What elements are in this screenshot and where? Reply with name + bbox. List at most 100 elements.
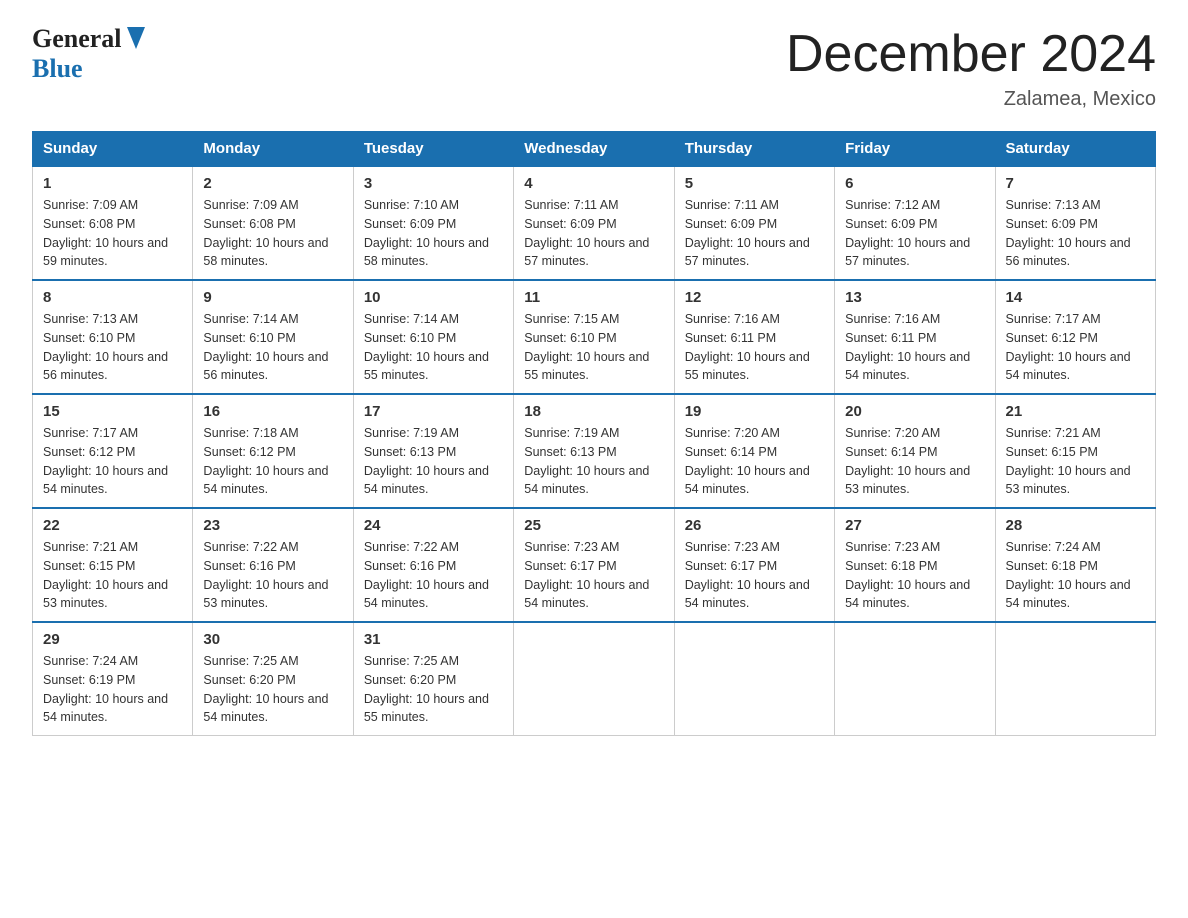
day-number: 16 <box>203 403 342 420</box>
day-info: Sunrise: 7:24 AM Sunset: 6:19 PM Dayligh… <box>43 652 182 727</box>
day-info: Sunrise: 7:20 AM Sunset: 6:14 PM Dayligh… <box>685 424 824 499</box>
calendar-day-cell: 27 Sunrise: 7:23 AM Sunset: 6:18 PM Dayl… <box>835 508 995 622</box>
calendar-day-cell: 30 Sunrise: 7:25 AM Sunset: 6:20 PM Dayl… <box>193 622 353 736</box>
day-number: 11 <box>524 289 663 306</box>
calendar-day-cell: 16 Sunrise: 7:18 AM Sunset: 6:12 PM Dayl… <box>193 394 353 508</box>
calendar-day-cell <box>674 622 834 736</box>
col-tuesday: Tuesday <box>353 132 513 167</box>
calendar-day-cell: 4 Sunrise: 7:11 AM Sunset: 6:09 PM Dayli… <box>514 166 674 280</box>
calendar-day-cell: 23 Sunrise: 7:22 AM Sunset: 6:16 PM Dayl… <box>193 508 353 622</box>
calendar-day-cell: 31 Sunrise: 7:25 AM Sunset: 6:20 PM Dayl… <box>353 622 513 736</box>
day-info: Sunrise: 7:12 AM Sunset: 6:09 PM Dayligh… <box>845 196 984 271</box>
day-info: Sunrise: 7:23 AM Sunset: 6:17 PM Dayligh… <box>524 538 663 613</box>
page-header: General Blue December 2024 Zalamea, Mexi… <box>32 24 1156 111</box>
calendar-day-cell: 25 Sunrise: 7:23 AM Sunset: 6:17 PM Dayl… <box>514 508 674 622</box>
day-number: 21 <box>1006 403 1145 420</box>
calendar-header-row: Sunday Monday Tuesday Wednesday Thursday… <box>33 132 1156 167</box>
day-number: 28 <box>1006 517 1145 534</box>
day-info: Sunrise: 7:25 AM Sunset: 6:20 PM Dayligh… <box>364 652 503 727</box>
day-number: 4 <box>524 175 663 192</box>
col-sunday: Sunday <box>33 132 193 167</box>
calendar-day-cell: 8 Sunrise: 7:13 AM Sunset: 6:10 PM Dayli… <box>33 280 193 394</box>
title-section: December 2024 Zalamea, Mexico <box>786 24 1156 111</box>
calendar-day-cell: 14 Sunrise: 7:17 AM Sunset: 6:12 PM Dayl… <box>995 280 1155 394</box>
day-number: 29 <box>43 631 182 648</box>
day-number: 3 <box>364 175 503 192</box>
day-info: Sunrise: 7:19 AM Sunset: 6:13 PM Dayligh… <box>524 424 663 499</box>
day-info: Sunrise: 7:21 AM Sunset: 6:15 PM Dayligh… <box>43 538 182 613</box>
calendar-day-cell: 7 Sunrise: 7:13 AM Sunset: 6:09 PM Dayli… <box>995 166 1155 280</box>
col-saturday: Saturday <box>995 132 1155 167</box>
logo-arrow-icon <box>127 27 145 49</box>
calendar-day-cell: 21 Sunrise: 7:21 AM Sunset: 6:15 PM Dayl… <box>995 394 1155 508</box>
day-info: Sunrise: 7:15 AM Sunset: 6:10 PM Dayligh… <box>524 310 663 385</box>
day-number: 1 <box>43 175 182 192</box>
day-info: Sunrise: 7:16 AM Sunset: 6:11 PM Dayligh… <box>685 310 824 385</box>
day-info: Sunrise: 7:11 AM Sunset: 6:09 PM Dayligh… <box>524 196 663 271</box>
day-info: Sunrise: 7:10 AM Sunset: 6:09 PM Dayligh… <box>364 196 503 271</box>
day-info: Sunrise: 7:23 AM Sunset: 6:17 PM Dayligh… <box>685 538 824 613</box>
calendar-day-cell <box>995 622 1155 736</box>
day-info: Sunrise: 7:13 AM Sunset: 6:09 PM Dayligh… <box>1006 196 1145 271</box>
calendar-day-cell: 12 Sunrise: 7:16 AM Sunset: 6:11 PM Dayl… <box>674 280 834 394</box>
day-info: Sunrise: 7:21 AM Sunset: 6:15 PM Dayligh… <box>1006 424 1145 499</box>
day-number: 30 <box>203 631 342 648</box>
day-info: Sunrise: 7:11 AM Sunset: 6:09 PM Dayligh… <box>685 196 824 271</box>
page-subtitle: Zalamea, Mexico <box>786 88 1156 111</box>
day-info: Sunrise: 7:25 AM Sunset: 6:20 PM Dayligh… <box>203 652 342 727</box>
day-number: 24 <box>364 517 503 534</box>
calendar-day-cell: 5 Sunrise: 7:11 AM Sunset: 6:09 PM Dayli… <box>674 166 834 280</box>
day-number: 15 <box>43 403 182 420</box>
calendar-day-cell: 17 Sunrise: 7:19 AM Sunset: 6:13 PM Dayl… <box>353 394 513 508</box>
calendar-day-cell: 19 Sunrise: 7:20 AM Sunset: 6:14 PM Dayl… <box>674 394 834 508</box>
day-number: 27 <box>845 517 984 534</box>
calendar-day-cell: 20 Sunrise: 7:20 AM Sunset: 6:14 PM Dayl… <box>835 394 995 508</box>
day-number: 31 <box>364 631 503 648</box>
day-number: 9 <box>203 289 342 306</box>
day-info: Sunrise: 7:22 AM Sunset: 6:16 PM Dayligh… <box>203 538 342 613</box>
day-number: 19 <box>685 403 824 420</box>
day-number: 22 <box>43 517 182 534</box>
day-number: 23 <box>203 517 342 534</box>
logo: General Blue <box>32 24 145 84</box>
col-monday: Monday <box>193 132 353 167</box>
calendar-day-cell: 29 Sunrise: 7:24 AM Sunset: 6:19 PM Dayl… <box>33 622 193 736</box>
calendar-day-cell: 1 Sunrise: 7:09 AM Sunset: 6:08 PM Dayli… <box>33 166 193 280</box>
calendar-day-cell: 22 Sunrise: 7:21 AM Sunset: 6:15 PM Dayl… <box>33 508 193 622</box>
calendar-day-cell: 11 Sunrise: 7:15 AM Sunset: 6:10 PM Dayl… <box>514 280 674 394</box>
day-number: 2 <box>203 175 342 192</box>
day-info: Sunrise: 7:23 AM Sunset: 6:18 PM Dayligh… <box>845 538 984 613</box>
day-number: 17 <box>364 403 503 420</box>
calendar-week-row: 22 Sunrise: 7:21 AM Sunset: 6:15 PM Dayl… <box>33 508 1156 622</box>
logo-general-text: General <box>32 24 122 54</box>
day-number: 10 <box>364 289 503 306</box>
calendar-day-cell: 28 Sunrise: 7:24 AM Sunset: 6:18 PM Dayl… <box>995 508 1155 622</box>
calendar-day-cell: 3 Sunrise: 7:10 AM Sunset: 6:09 PM Dayli… <box>353 166 513 280</box>
day-number: 26 <box>685 517 824 534</box>
day-number: 20 <box>845 403 984 420</box>
calendar-day-cell: 18 Sunrise: 7:19 AM Sunset: 6:13 PM Dayl… <box>514 394 674 508</box>
calendar-day-cell: 2 Sunrise: 7:09 AM Sunset: 6:08 PM Dayli… <box>193 166 353 280</box>
calendar-day-cell: 10 Sunrise: 7:14 AM Sunset: 6:10 PM Dayl… <box>353 280 513 394</box>
calendar-day-cell: 26 Sunrise: 7:23 AM Sunset: 6:17 PM Dayl… <box>674 508 834 622</box>
day-number: 18 <box>524 403 663 420</box>
day-info: Sunrise: 7:18 AM Sunset: 6:12 PM Dayligh… <box>203 424 342 499</box>
logo-blue-text: Blue <box>32 54 83 83</box>
calendar-week-row: 8 Sunrise: 7:13 AM Sunset: 6:10 PM Dayli… <box>33 280 1156 394</box>
day-info: Sunrise: 7:13 AM Sunset: 6:10 PM Dayligh… <box>43 310 182 385</box>
calendar-week-row: 1 Sunrise: 7:09 AM Sunset: 6:08 PM Dayli… <box>33 166 1156 280</box>
calendar-day-cell: 24 Sunrise: 7:22 AM Sunset: 6:16 PM Dayl… <box>353 508 513 622</box>
day-number: 6 <box>845 175 984 192</box>
calendar-day-cell <box>835 622 995 736</box>
day-number: 8 <box>43 289 182 306</box>
calendar-day-cell <box>514 622 674 736</box>
day-info: Sunrise: 7:20 AM Sunset: 6:14 PM Dayligh… <box>845 424 984 499</box>
calendar-day-cell: 15 Sunrise: 7:17 AM Sunset: 6:12 PM Dayl… <box>33 394 193 508</box>
day-number: 5 <box>685 175 824 192</box>
calendar-day-cell: 6 Sunrise: 7:12 AM Sunset: 6:09 PM Dayli… <box>835 166 995 280</box>
day-info: Sunrise: 7:14 AM Sunset: 6:10 PM Dayligh… <box>203 310 342 385</box>
col-thursday: Thursday <box>674 132 834 167</box>
day-info: Sunrise: 7:09 AM Sunset: 6:08 PM Dayligh… <box>43 196 182 271</box>
calendar-day-cell: 9 Sunrise: 7:14 AM Sunset: 6:10 PM Dayli… <box>193 280 353 394</box>
calendar-table: Sunday Monday Tuesday Wednesday Thursday… <box>32 131 1156 736</box>
